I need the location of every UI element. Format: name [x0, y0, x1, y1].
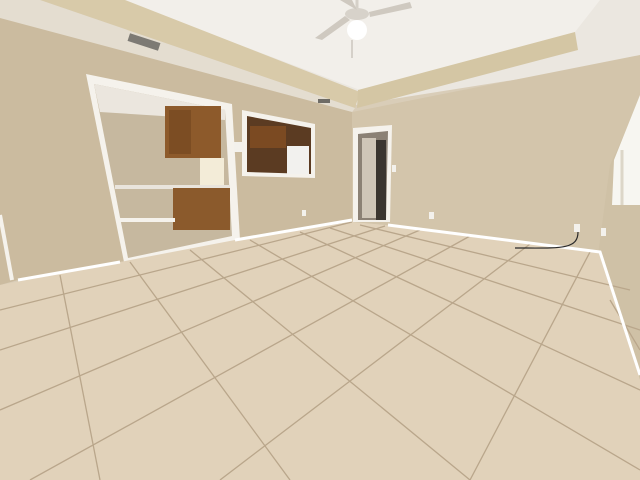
thermostat-icon	[234, 142, 244, 152]
light-switch-icon	[392, 165, 396, 172]
kitchen-baseboard	[120, 218, 175, 222]
outlet-icon	[574, 224, 580, 232]
hall-dark	[376, 140, 386, 220]
pass-through-cabinet	[250, 126, 286, 148]
ceiling-light-icon	[347, 20, 367, 40]
outlet-icon	[601, 228, 606, 236]
outlet-icon	[302, 210, 306, 216]
empty-room-photo	[0, 0, 640, 480]
outlet-icon	[429, 212, 434, 219]
inner-door	[362, 138, 376, 218]
air-vent-icon	[318, 99, 330, 103]
upper-cabinet-door	[169, 110, 191, 154]
lower-cabinet	[173, 188, 230, 230]
kitchen-window	[200, 158, 224, 186]
refrigerator	[287, 146, 309, 174]
